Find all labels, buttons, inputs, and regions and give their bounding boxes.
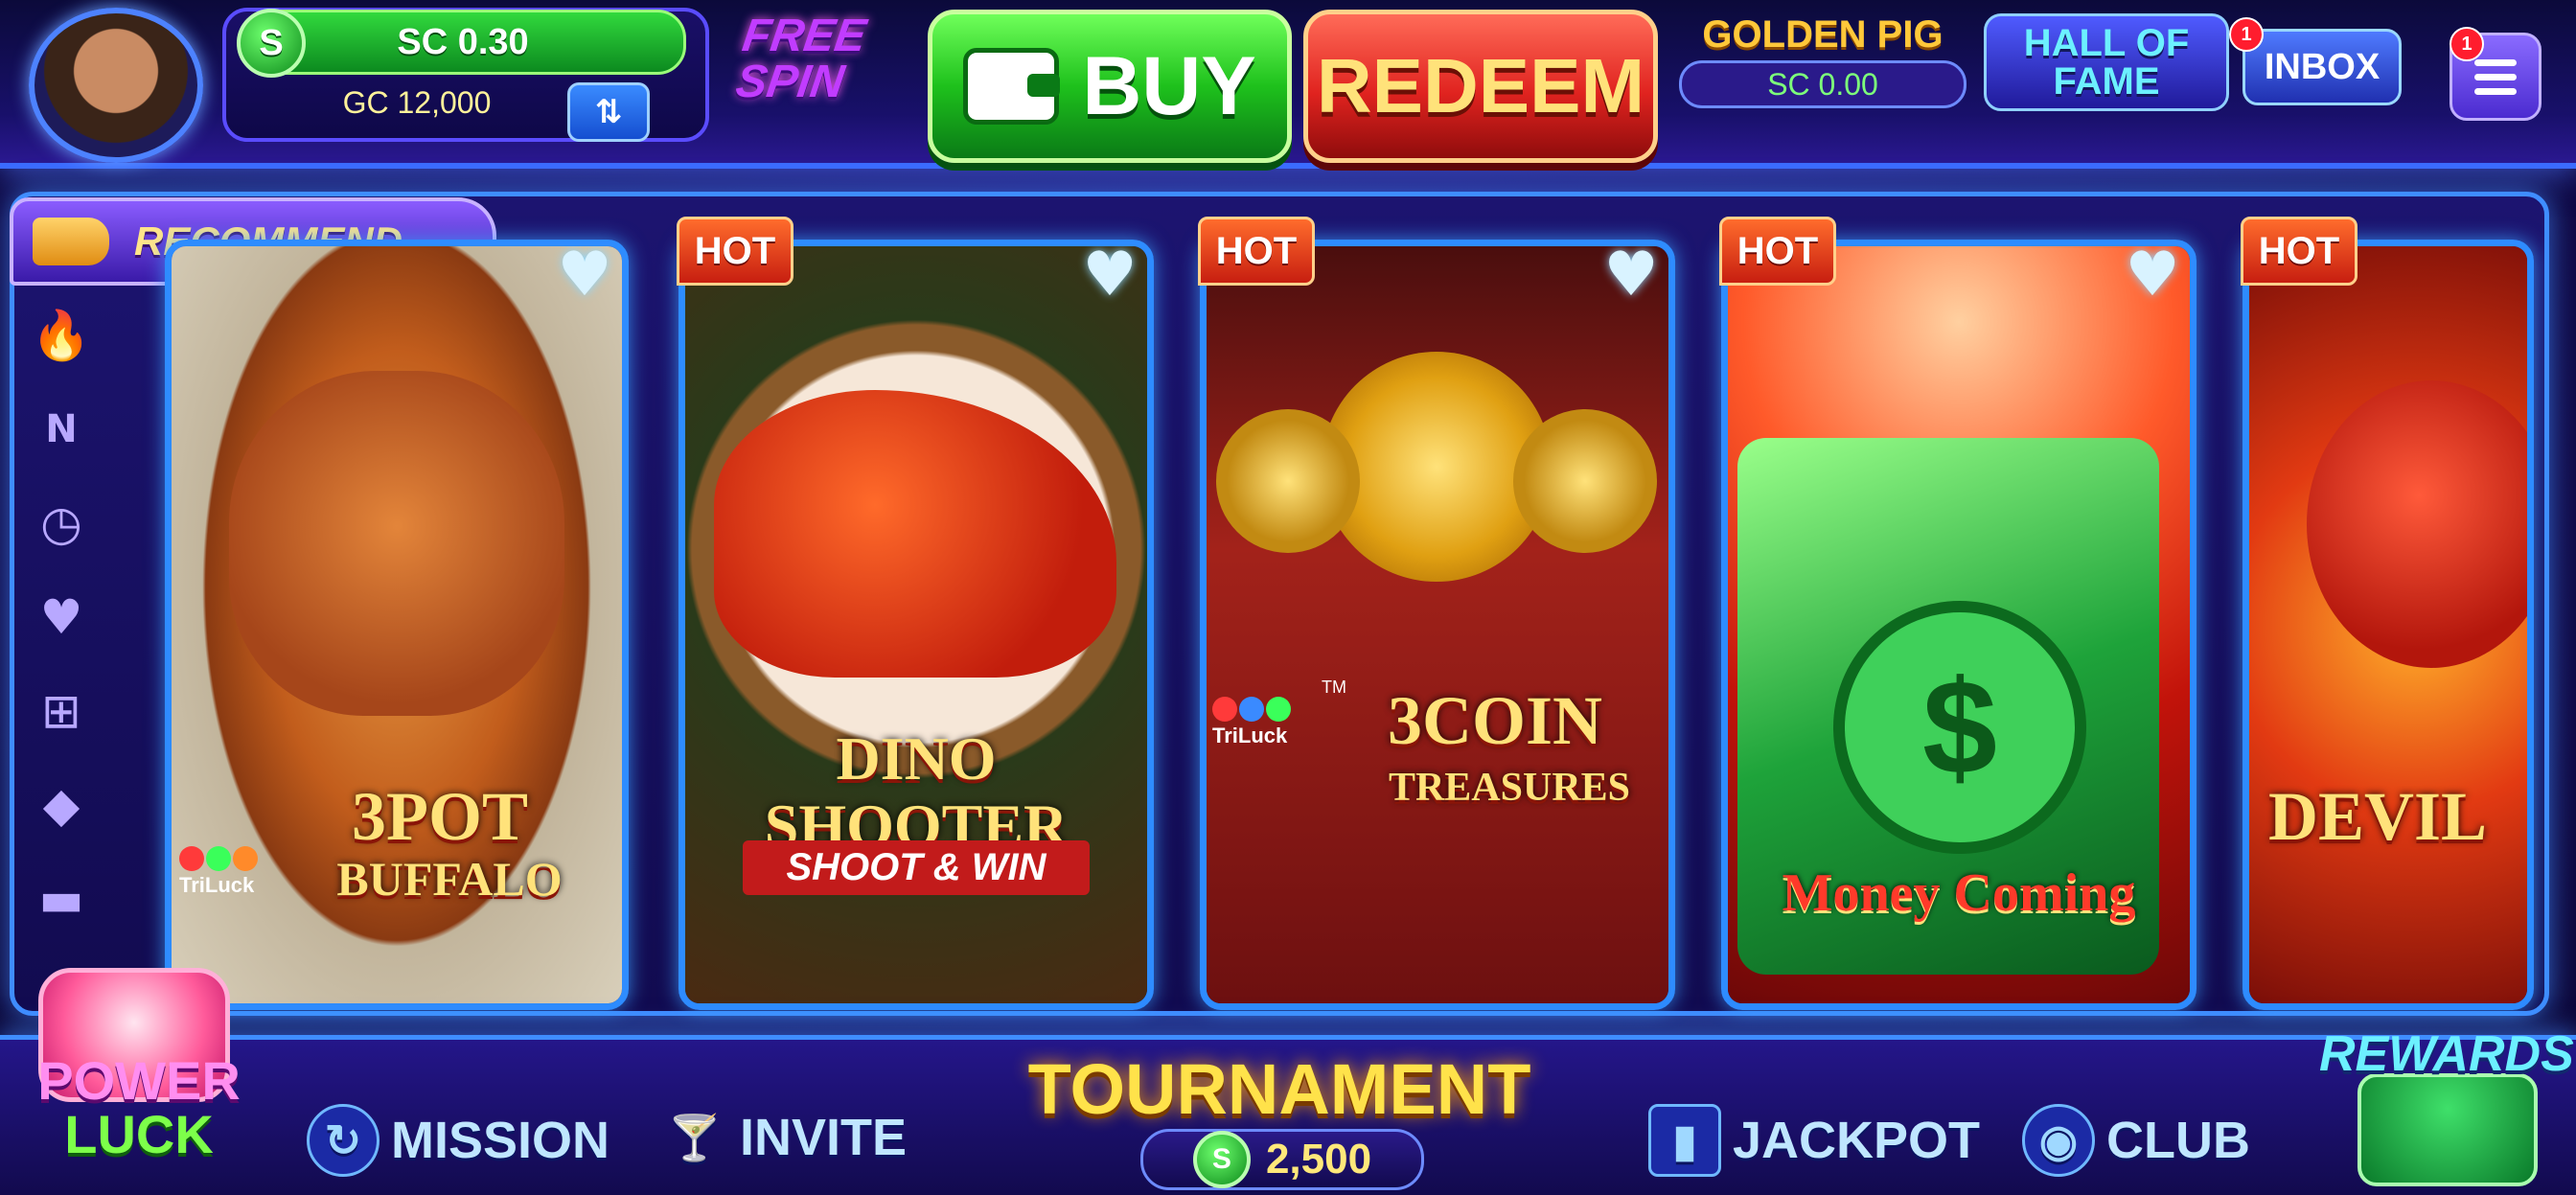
invite-button[interactable]: 🍸 INVITE	[661, 1104, 907, 1171]
clock-icon[interactable]: ◷	[29, 494, 94, 552]
rewards-button[interactable]: REWARDS	[2319, 987, 2574, 1188]
cocktail-icon: 🍸	[667, 1112, 723, 1162]
sweep-coin-icon: S	[1192, 1131, 1251, 1188]
game-title-line2: BUFFALO	[336, 852, 563, 906]
hot-badge: HOT	[677, 217, 794, 286]
tournament-button[interactable]: TOURNAMENT S 2,500	[949, 1041, 1610, 1190]
hat-icon[interactable]: ▬	[29, 870, 94, 928]
game-card-3pot-buffalo[interactable]: TriLuck 3POT BUFFALO ♥	[165, 240, 629, 1010]
rewards-chest-icon	[2358, 1073, 2538, 1186]
golden-pig-title: GOLDEN PIG	[1702, 13, 1944, 56]
buffalo-art	[229, 371, 564, 716]
tournament-prize-value: 2,500	[1265, 1136, 1372, 1183]
tournament-prize: S 2,500	[1140, 1129, 1424, 1190]
gc-balance: GC 12,000	[342, 84, 492, 120]
jackpot-label: JACKPOT	[1733, 1112, 1981, 1169]
golden-pig-button[interactable]: GOLDEN PIG SC 0.00	[1679, 13, 1966, 108]
free-spin-button[interactable]: FREE SPIN	[730, 11, 909, 128]
hot-badge: HOT	[1719, 217, 1836, 286]
new-icon[interactable]: N	[29, 401, 94, 458]
game-card-3coin-treasures[interactable]: TriLuck TM 3COIN TREASURES ♥	[1200, 240, 1675, 1010]
hall-of-fame-button[interactable]: HALL OF FAME	[1984, 13, 2229, 111]
game-card-dino-shooter[interactable]: DINO SHOOTER SHOOT & WIN ♥	[678, 240, 1154, 1010]
inbox-label: INBOX	[2264, 46, 2380, 87]
gift-icon[interactable]: ⊞	[29, 682, 94, 740]
menu-icon-line	[2474, 73, 2517, 80]
invite-label: INVITE	[740, 1109, 908, 1166]
inbox-button[interactable]: INBOX	[2242, 29, 2402, 105]
game-title-line2: TREASURES	[1388, 766, 1631, 810]
hot-badge: HOT	[2241, 217, 2358, 286]
favorite-heart-icon[interactable]: ♥	[1598, 246, 1665, 306]
triluck-logo: TriLuck	[1212, 697, 1291, 748]
favorite-heart-icon[interactable]: ♥	[551, 246, 618, 306]
game-card-money-coming[interactable]: $ Money Coming ♥	[1721, 240, 2196, 1010]
golden-pig-value: SC 0.00	[1679, 60, 1966, 108]
sweep-coin-icon: S	[237, 9, 306, 78]
coin-art	[1216, 409, 1360, 553]
club-button[interactable]: ◉ CLUB	[2022, 1104, 2250, 1177]
poker-chip-icon: ◉	[2022, 1104, 2095, 1177]
hot-badge: HOT	[1198, 217, 1315, 286]
game-subtitle: SHOOT & WIN	[743, 840, 1090, 895]
swap-currency-button[interactable]: ⇅	[567, 82, 650, 142]
menu-badge: 1	[2450, 27, 2484, 61]
flame-icon[interactable]: 🔥	[29, 307, 94, 364]
favorite-heart-icon[interactable]: ♥	[2119, 246, 2186, 306]
menu-icon-line	[2474, 87, 2517, 95]
dollar-icon: $	[1833, 601, 2086, 854]
buy-button[interactable]: BUY	[928, 10, 1292, 163]
favorite-heart-icon[interactable]: ♥	[1076, 246, 1143, 306]
game-title: 3COIN	[1387, 682, 1602, 759]
tag-icon	[33, 218, 109, 265]
tournament-label: TOURNAMENT	[1027, 1049, 1531, 1129]
club-label: CLUB	[2106, 1112, 2250, 1169]
slot-machine-icon: ▮	[1648, 1104, 1721, 1177]
triluck-logo: TriLuck	[179, 846, 258, 898]
player-avatar[interactable]	[29, 8, 203, 163]
jackpot-button[interactable]: ▮ JACKPOT	[1648, 1104, 1980, 1177]
power-luck-label: POWER LUCK	[37, 1050, 241, 1164]
diamond-icon[interactable]: ◆	[29, 776, 94, 834]
redeem-button[interactable]: REDEEM	[1303, 10, 1658, 163]
swap-icon: ⇅	[594, 93, 623, 131]
coin-art	[1513, 409, 1657, 553]
game-title: DEVIL	[2268, 778, 2488, 855]
buy-label: BUY	[1082, 39, 1256, 132]
inbox-badge: 1	[2229, 17, 2264, 52]
heart-icon[interactable]: ♥	[29, 588, 94, 646]
game-card-devil[interactable]: DEVIL	[2242, 240, 2534, 1010]
menu-icon-line	[2474, 58, 2517, 66]
game-title: DINO SHOOTER	[764, 724, 1069, 860]
rewards-label: REWARDS	[2319, 1026, 2574, 1082]
game-title: 3POT	[351, 778, 528, 855]
wallet-icon	[963, 48, 1061, 125]
mission-icon: ↻	[307, 1104, 380, 1177]
sc-balance[interactable]: S SC 0.30	[237, 9, 686, 78]
sc-balance-value: SC 0.30	[397, 21, 529, 62]
game-title: Money Coming	[1782, 863, 2136, 923]
power-luck-button[interactable]: POWER LUCK	[0, 958, 278, 1188]
category-rail: 🔥 N ◷ ♥ ⊞ ◆ ▬	[19, 287, 105, 977]
mission-button[interactable]: ↻ MISSION	[307, 1104, 610, 1177]
mission-label: MISSION	[391, 1112, 610, 1169]
